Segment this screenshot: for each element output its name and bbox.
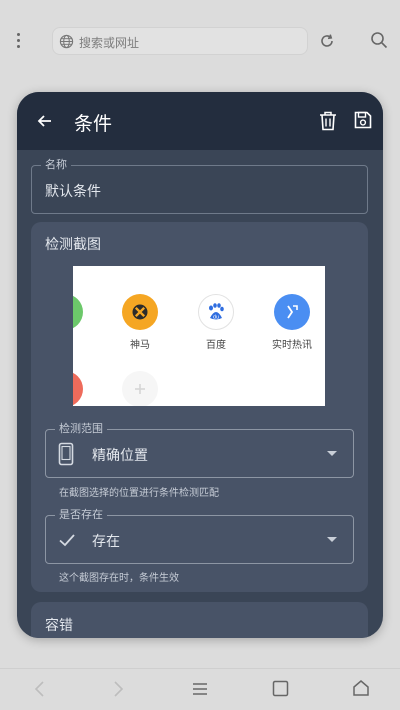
exists-hint: 这个截图存在时，条件生效 — [59, 573, 179, 584]
save-icon[interactable] — [354, 111, 372, 129]
menu-icon[interactable] — [192, 682, 208, 696]
baidu-paw-glyph-icon: du — [209, 303, 224, 321]
app-label-shenma: 神马 — [130, 340, 150, 351]
address-bar[interactable]: 搜索或网址 — [52, 27, 308, 55]
detect-screenshot-title: 检测截图 — [45, 237, 101, 253]
browser-bottom-bar — [0, 668, 400, 710]
app-label-hot-news: 实时热讯 — [272, 340, 312, 351]
exists-select[interactable]: 是否存在 存在 — [45, 508, 354, 564]
hot-news-arrow-icon — [287, 305, 298, 319]
app-label-baidu: 百度 — [206, 340, 226, 351]
browser-top-bar: 搜索或网址 — [0, 0, 400, 84]
reload-icon[interactable] — [318, 32, 336, 50]
screenshot-preview[interactable]: 神马 du 百度 实时热讯 — [73, 266, 325, 406]
exists-value: 存在 — [92, 534, 120, 550]
address-placeholder: 搜索或网址 — [79, 36, 140, 50]
detect-range-value: 精确位置 — [92, 448, 148, 464]
more-vert-icon[interactable] — [13, 31, 25, 51]
detect-range-select[interactable]: 检测范围 精确位置 — [45, 422, 354, 478]
plus-icon — [135, 384, 145, 394]
detect-screenshot-card: 检测截图 神马 du 百度 实时热讯 检测范围 精确位置 在截图选择的位置进行条… — [31, 222, 368, 592]
name-field-label: 名称 — [41, 158, 71, 172]
chevron-down-icon — [327, 451, 337, 456]
check-icon — [59, 534, 75, 547]
dialog-title: 条件 — [74, 113, 113, 135]
back-arrow-icon[interactable] — [37, 113, 53, 129]
tolerance-title: 容错 — [45, 618, 73, 634]
tabs-icon[interactable] — [272, 680, 289, 697]
nav-back-icon[interactable] — [33, 680, 45, 698]
svg-text:du: du — [213, 315, 219, 321]
nav-forward-icon[interactable] — [113, 680, 125, 698]
detect-range-hint: 在截图选择的位置进行条件检测匹配 — [59, 488, 219, 499]
exists-label: 是否存在 — [55, 508, 107, 522]
dialog-header: 条件 — [17, 92, 383, 150]
condition-name-field[interactable]: 名称 默认条件 — [31, 158, 368, 214]
condition-dialog: 条件 名称 默认条件 检测截图 神马 du 百度 实时热讯 检测范围 精确位置 … — [17, 92, 383, 638]
chevron-down-icon — [327, 537, 337, 542]
delete-icon[interactable] — [319, 111, 337, 131]
partial-green-app-icon — [73, 294, 83, 330]
phone-icon — [58, 442, 74, 466]
globe-icon — [59, 34, 74, 49]
partial-red-app-icon — [73, 371, 83, 406]
tolerance-card: 容错 — [31, 602, 368, 638]
home-icon[interactable] — [352, 679, 370, 697]
search-icon[interactable] — [370, 31, 388, 49]
detect-range-label: 检测范围 — [55, 422, 107, 436]
xbox-glyph-icon — [132, 304, 148, 320]
name-field-value: 默认条件 — [45, 184, 101, 200]
